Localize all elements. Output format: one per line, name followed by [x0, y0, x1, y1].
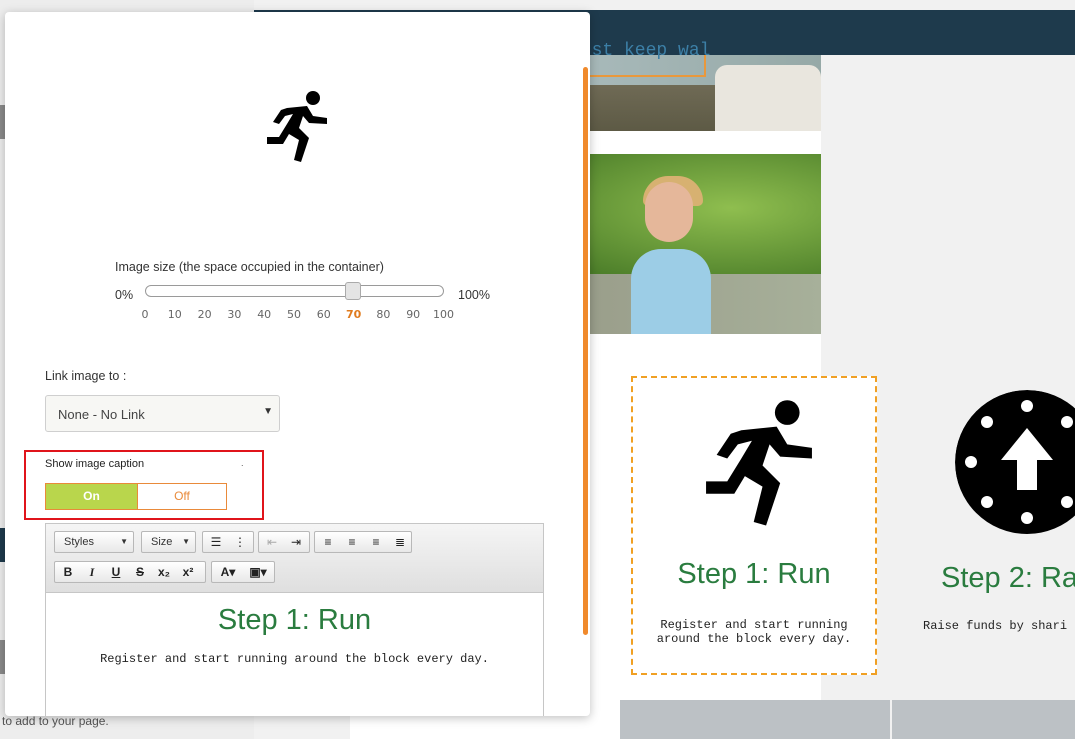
styles-dropdown-label: Styles	[64, 536, 94, 548]
slider-tick-labels: 0 10 20 30 40 50 60 70 80 90 100	[139, 308, 459, 322]
editor-caption-text[interactable]: Register and start running around the bl…	[46, 652, 543, 666]
step-card-title: Step 1: Run	[677, 558, 831, 590]
caption-toggle[interactable]: On Off	[45, 483, 227, 510]
slider-handle[interactable]	[344, 282, 361, 300]
slider-tick-label: 100	[433, 308, 454, 321]
italic-icon[interactable]: I	[81, 564, 103, 580]
image-size-label: Image size (the space occupied in the co…	[115, 260, 384, 274]
slider-tick-label: 60	[316, 308, 331, 321]
list-button-group: ☰ ⋮	[202, 531, 254, 553]
toggle-off-button[interactable]: Off	[137, 484, 226, 509]
editor-caption-title[interactable]: Step 1: Run	[46, 604, 543, 637]
link-select-value: None - No Link	[58, 407, 145, 422]
running-man-icon	[267, 91, 327, 162]
dialog-scrollbar[interactable]	[583, 67, 588, 635]
slider-tick-label: 70	[345, 308, 362, 321]
text-color-icon[interactable]: A▾	[214, 564, 242, 580]
size-dropdown-label: Size	[151, 536, 173, 548]
sidebar-hint-text: to add to your page.	[2, 714, 109, 728]
caption-rich-text-editor[interactable]: Styles ▼ Size ▼ ☰ ⋮ ⇤ ⇥ ≡ ≡ ≡ ≣ B I U S …	[45, 523, 544, 716]
slider-tick-label: 20	[197, 308, 212, 321]
subscript-icon[interactable]: x₂	[153, 564, 175, 580]
superscript-icon[interactable]: x²	[177, 564, 199, 580]
show-caption-label: Show image caption	[45, 458, 145, 470]
slider-tick-label: 40	[257, 308, 272, 321]
color-button-group: A▾ ▣▾	[211, 561, 275, 583]
step-card-text: Register and start running around the bl…	[656, 618, 852, 646]
slider-tick-label: 50	[287, 308, 301, 321]
slider-tick-label: 10	[167, 308, 182, 321]
footer-block	[620, 700, 890, 739]
image-settings-dialog: Image size (the space occupied in the co…	[5, 12, 590, 716]
editor-toolbar: Styles ▼ Size ▼ ☰ ⋮ ⇤ ⇥ ≡ ≡ ≡ ≣ B I U S …	[46, 524, 543, 593]
link-image-select[interactable]: None - No Link ▼	[45, 395, 280, 432]
slider-max-label: 100%	[458, 288, 490, 302]
image-size-slider[interactable]	[145, 285, 444, 297]
slider-tick-label: 90	[406, 308, 421, 321]
chevron-down-icon: ▼	[120, 537, 128, 546]
hero-caption-text: Just keep wal	[570, 41, 711, 61]
step-card-2-text: Raise funds by shari fundraising pag	[923, 619, 1075, 633]
indent-button-group: ⇤ ⇥	[258, 531, 310, 553]
slider-tick-label: 30	[227, 308, 242, 321]
slider-tick-label: 80	[376, 308, 391, 321]
bulleted-list-icon[interactable]: ⋮	[229, 534, 251, 550]
align-left-icon[interactable]: ≡	[317, 534, 339, 550]
chevron-down-icon: ▼	[263, 406, 273, 417]
align-justify-icon[interactable]: ≣	[389, 534, 411, 550]
toggle-on-button[interactable]: On	[46, 484, 137, 509]
slider-tick-label: 0	[141, 308, 149, 321]
link-image-label: Link image to :	[45, 369, 127, 383]
step-card-selected[interactable]: Step 1: Run Register and start running a…	[631, 376, 877, 675]
footer-block	[892, 700, 1075, 739]
align-button-group: ≡ ≡ ≡ ≣	[314, 531, 412, 553]
slider-min-label: 0%	[115, 288, 134, 302]
format-button-group: B I U S x₂ x²	[54, 561, 206, 583]
styles-dropdown[interactable]: Styles ▼	[54, 531, 134, 553]
chevron-down-icon: ▼	[182, 537, 190, 546]
indent-icon[interactable]: ⇥	[285, 534, 307, 550]
align-right-icon[interactable]: ≡	[365, 534, 387, 550]
outdent-icon[interactable]: ⇤	[261, 534, 283, 550]
caption-dot: .	[241, 458, 244, 468]
size-dropdown[interactable]: Size ▼	[141, 531, 196, 553]
numbered-list-icon[interactable]: ☰	[205, 534, 227, 550]
strikethrough-icon[interactable]: S	[129, 564, 151, 580]
align-center-icon[interactable]: ≡	[341, 534, 363, 550]
underline-icon[interactable]: U	[105, 564, 127, 580]
running-man-icon	[706, 400, 812, 526]
step-card-2-title: Step 2: Ra	[941, 562, 1075, 594]
background-color-icon[interactable]: ▣▾	[244, 564, 272, 580]
bold-icon[interactable]: B	[57, 564, 79, 580]
